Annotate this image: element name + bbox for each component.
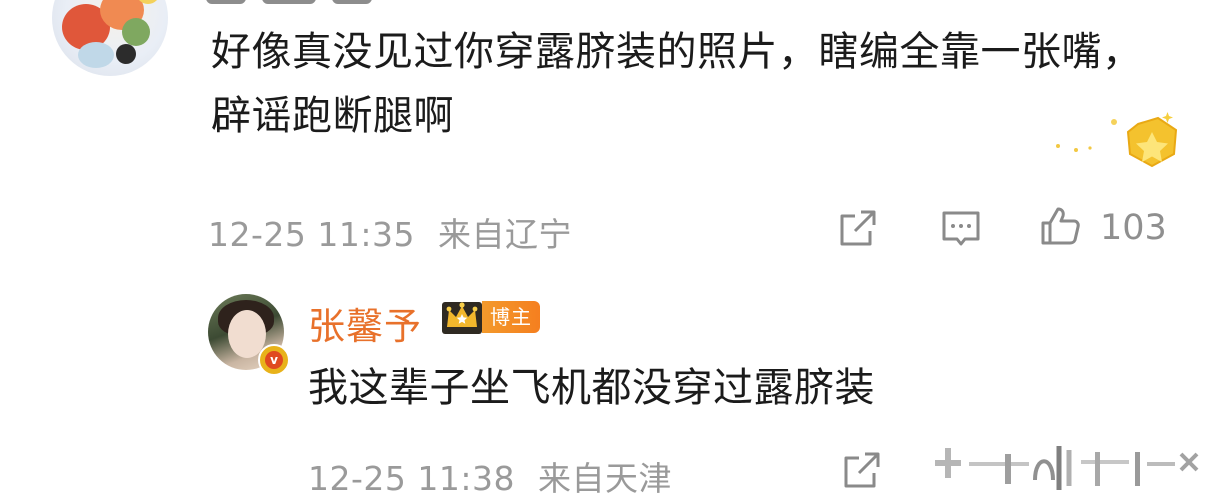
reply-button[interactable] <box>937 204 985 252</box>
comment-time: 12-25 11:35 <box>208 215 415 254</box>
verified-badge-icon: v <box>258 344 290 376</box>
avatar-shape <box>78 42 114 68</box>
reply-time: 12-25 11:38 <box>308 459 515 498</box>
reply-meta: 12-25 11:38 来自天津 <box>308 452 672 500</box>
like-button[interactable] <box>1036 202 1084 250</box>
comment-location: 来自辽宁 <box>437 215 572 254</box>
achievement-star-icon <box>1056 112 1178 168</box>
like-icon <box>1041 207 1080 245</box>
watermark-icon <box>935 446 1199 490</box>
reply-location: 来自天津 <box>537 459 672 498</box>
blogger-tag: 博主 <box>482 301 540 333</box>
comment-meta: 12-25 11:35 来自辽宁 <box>208 208 572 256</box>
avatar-shape <box>122 18 150 46</box>
blogger-badge: 博主 <box>440 296 540 338</box>
reply-text: 我这辈子坐飞机都没穿过露脐装 <box>308 365 875 411</box>
reply-icon <box>942 211 980 246</box>
commenter-name-cropped <box>206 0 426 6</box>
avatar-shape <box>116 44 136 64</box>
reply-share-button[interactable] <box>838 446 886 494</box>
commenter-avatar[interactable] <box>52 0 168 76</box>
share-icon <box>844 452 880 488</box>
crown-icon <box>442 302 482 334</box>
share-button[interactable] <box>834 204 882 252</box>
like-count: 103 <box>1100 208 1167 248</box>
reply-author-name[interactable]: 张馨予 <box>308 296 422 350</box>
share-icon <box>840 210 876 246</box>
comment-text: 好像真没见过你穿露脐装的照片，瞎编全靠一张嘴，辟谣跑断腿啊 <box>211 29 1143 139</box>
